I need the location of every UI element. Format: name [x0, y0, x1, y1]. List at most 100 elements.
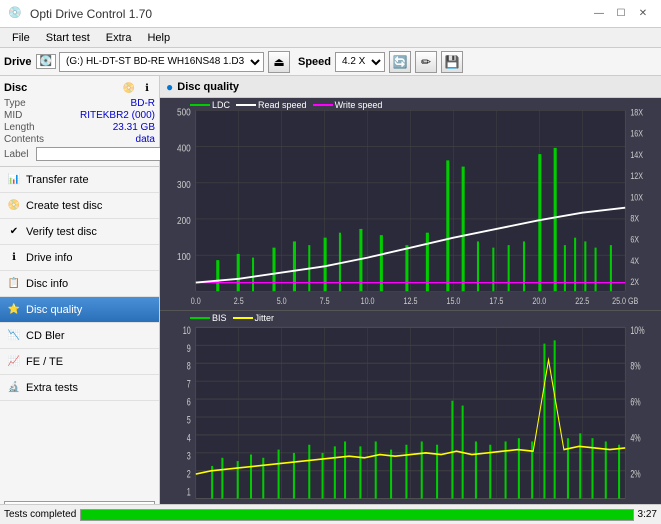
sidebar-item-transfer-rate[interactable]: 📊 Transfer rate [0, 167, 159, 193]
svg-text:2X: 2X [630, 277, 639, 287]
svg-text:6%: 6% [630, 396, 641, 409]
maximize-button[interactable]: ☐ [611, 5, 631, 23]
content-panel: ● Disc quality LDC Read speed [160, 76, 661, 524]
edit-button[interactable]: ✏ [415, 51, 437, 73]
disc-quality-icon: ⭐ [6, 302, 22, 318]
sidebar-item-create-test-disc[interactable]: 📀 Create test disc [0, 193, 159, 219]
legend-ldc-color [190, 104, 210, 106]
legend-bis: BIS [190, 313, 227, 323]
status-bar: Tests completed 3:27 [0, 504, 661, 524]
disc-label-row: Label ✏ [4, 146, 155, 162]
menu-help[interactable]: Help [139, 30, 178, 46]
drive-icon-box: 💽 [36, 54, 56, 69]
sidebar-label-verify-test-disc: Verify test disc [26, 226, 97, 238]
legend-write-speed-label: Write speed [335, 100, 383, 110]
legend-write-speed-color [313, 104, 333, 106]
drive-toolbar: Drive 💽 (G:) HL-DT-ST BD-RE WH16NS48 1.D… [0, 48, 661, 76]
speed-select[interactable]: 4.2 X [335, 52, 385, 72]
sidebar-label-disc-quality: Disc quality [26, 304, 82, 316]
disc-info-icon[interactable]: ℹ [139, 80, 155, 96]
app-icon: 💿 [8, 6, 24, 22]
svg-text:8X: 8X [630, 214, 639, 224]
svg-text:16X: 16X [630, 129, 643, 139]
menu-extra[interactable]: Extra [98, 30, 140, 46]
disc-type-label: Type [4, 98, 52, 109]
svg-text:200: 200 [177, 215, 191, 226]
extra-tests-icon: 🔬 [6, 380, 22, 396]
sidebar-item-drive-info[interactable]: ℹ Drive info [0, 245, 159, 271]
disc-info-icon: 📋 [6, 276, 22, 292]
svg-text:2.5: 2.5 [234, 296, 244, 306]
eject-button[interactable]: ⏏ [268, 51, 290, 73]
chart1-legend: LDC Read speed Write speed [190, 100, 382, 110]
sidebar-item-disc-info[interactable]: 📋 Disc info [0, 271, 159, 297]
svg-text:4X: 4X [630, 256, 639, 266]
sidebar-item-verify-test-disc[interactable]: ✔ Verify test disc [0, 219, 159, 245]
disc-length-label: Length [4, 122, 52, 133]
svg-text:0.0: 0.0 [191, 296, 201, 306]
svg-text:500: 500 [177, 107, 191, 118]
svg-text:3: 3 [187, 450, 191, 463]
disc-type-row: Type BD-R [4, 98, 155, 109]
speed-label: Speed [298, 56, 331, 68]
save-button[interactable]: 💾 [441, 51, 463, 73]
sidebar-item-cd-bler[interactable]: 📉 CD Bler [0, 323, 159, 349]
svg-text:20.0: 20.0 [532, 296, 546, 306]
menu-start-test[interactable]: Start test [38, 30, 98, 46]
sidebar-item-disc-quality[interactable]: ⭐ Disc quality [0, 297, 159, 323]
legend-jitter-color [233, 317, 253, 319]
svg-text:12X: 12X [630, 171, 643, 181]
legend-ldc-label: LDC [212, 100, 230, 110]
nav-items: 📊 Transfer rate 📀 Create test disc ✔ Ver… [0, 167, 159, 497]
chart1-wrapper: LDC Read speed Write speed [160, 98, 661, 311]
sidebar-item-extra-tests[interactable]: 🔬 Extra tests [0, 375, 159, 401]
drive-select-container: 💽 (G:) HL-DT-ST BD-RE WH16NS48 1.D3 [36, 52, 264, 72]
title-bar-controls: — ☐ ✕ [589, 5, 653, 23]
disc-mid-value: RITEKBR2 (000) [80, 110, 155, 121]
menu-file[interactable]: File [4, 30, 38, 46]
legend-read-speed-color [236, 104, 256, 106]
app-title: Opti Drive Control 1.70 [30, 7, 152, 21]
svg-text:1: 1 [187, 486, 191, 499]
title-bar: 💿 Opti Drive Control 1.70 — ☐ ✕ [0, 0, 661, 28]
svg-text:10X: 10X [630, 193, 643, 203]
svg-text:400: 400 [177, 143, 191, 154]
disc-length-value: 23.31 GB [113, 122, 155, 133]
panel-title: Disc quality [177, 81, 239, 93]
disc-contents-value: data [136, 134, 155, 145]
disc-mid-label: MID [4, 110, 52, 121]
disc-contents-row: Contents data [4, 134, 155, 145]
svg-text:17.5: 17.5 [489, 296, 503, 306]
menu-bar: File Start test Extra Help [0, 28, 661, 48]
disc-section: Disc 📀 ℹ Type BD-R MID RITEKBR2 (000) Le… [0, 76, 159, 167]
progress-bar-container [80, 509, 633, 521]
close-button[interactable]: ✕ [633, 5, 653, 23]
sidebar-label-extra-tests: Extra tests [26, 382, 78, 394]
svg-text:2: 2 [187, 468, 191, 481]
sidebar-label-disc-info: Disc info [26, 278, 68, 290]
disc-title: Disc [4, 82, 27, 94]
refresh-button[interactable]: 🔄 [389, 51, 411, 73]
svg-text:5: 5 [187, 414, 191, 427]
svg-text:15.0: 15.0 [446, 296, 460, 306]
minimize-button[interactable]: — [589, 5, 609, 23]
svg-text:18X: 18X [630, 108, 643, 118]
svg-text:14X: 14X [630, 150, 643, 160]
fe-te-icon: 📈 [6, 354, 22, 370]
legend-jitter: Jitter [233, 313, 275, 323]
disc-label-input[interactable] [36, 147, 174, 161]
drive-icon: 💽 [40, 56, 52, 67]
chart2-wrapper: BIS Jitter [160, 311, 661, 524]
svg-text:8%: 8% [630, 360, 641, 373]
main-layout: Disc 📀 ℹ Type BD-R MID RITEKBR2 (000) Le… [0, 76, 661, 524]
svg-text:6: 6 [187, 396, 191, 409]
disc-load-icon[interactable]: 📀 [121, 80, 137, 96]
svg-text:9: 9 [187, 342, 191, 355]
legend-jitter-label: Jitter [255, 313, 275, 323]
drive-info-icon: ℹ [6, 250, 22, 266]
drive-select[interactable]: (G:) HL-DT-ST BD-RE WH16NS48 1.D3 [59, 52, 264, 72]
svg-text:7.5: 7.5 [320, 296, 330, 306]
sidebar-label-create-test-disc: Create test disc [26, 200, 102, 212]
sidebar-item-fe-te[interactable]: 📈 FE / TE [0, 349, 159, 375]
disc-header: Disc 📀 ℹ [4, 80, 155, 96]
